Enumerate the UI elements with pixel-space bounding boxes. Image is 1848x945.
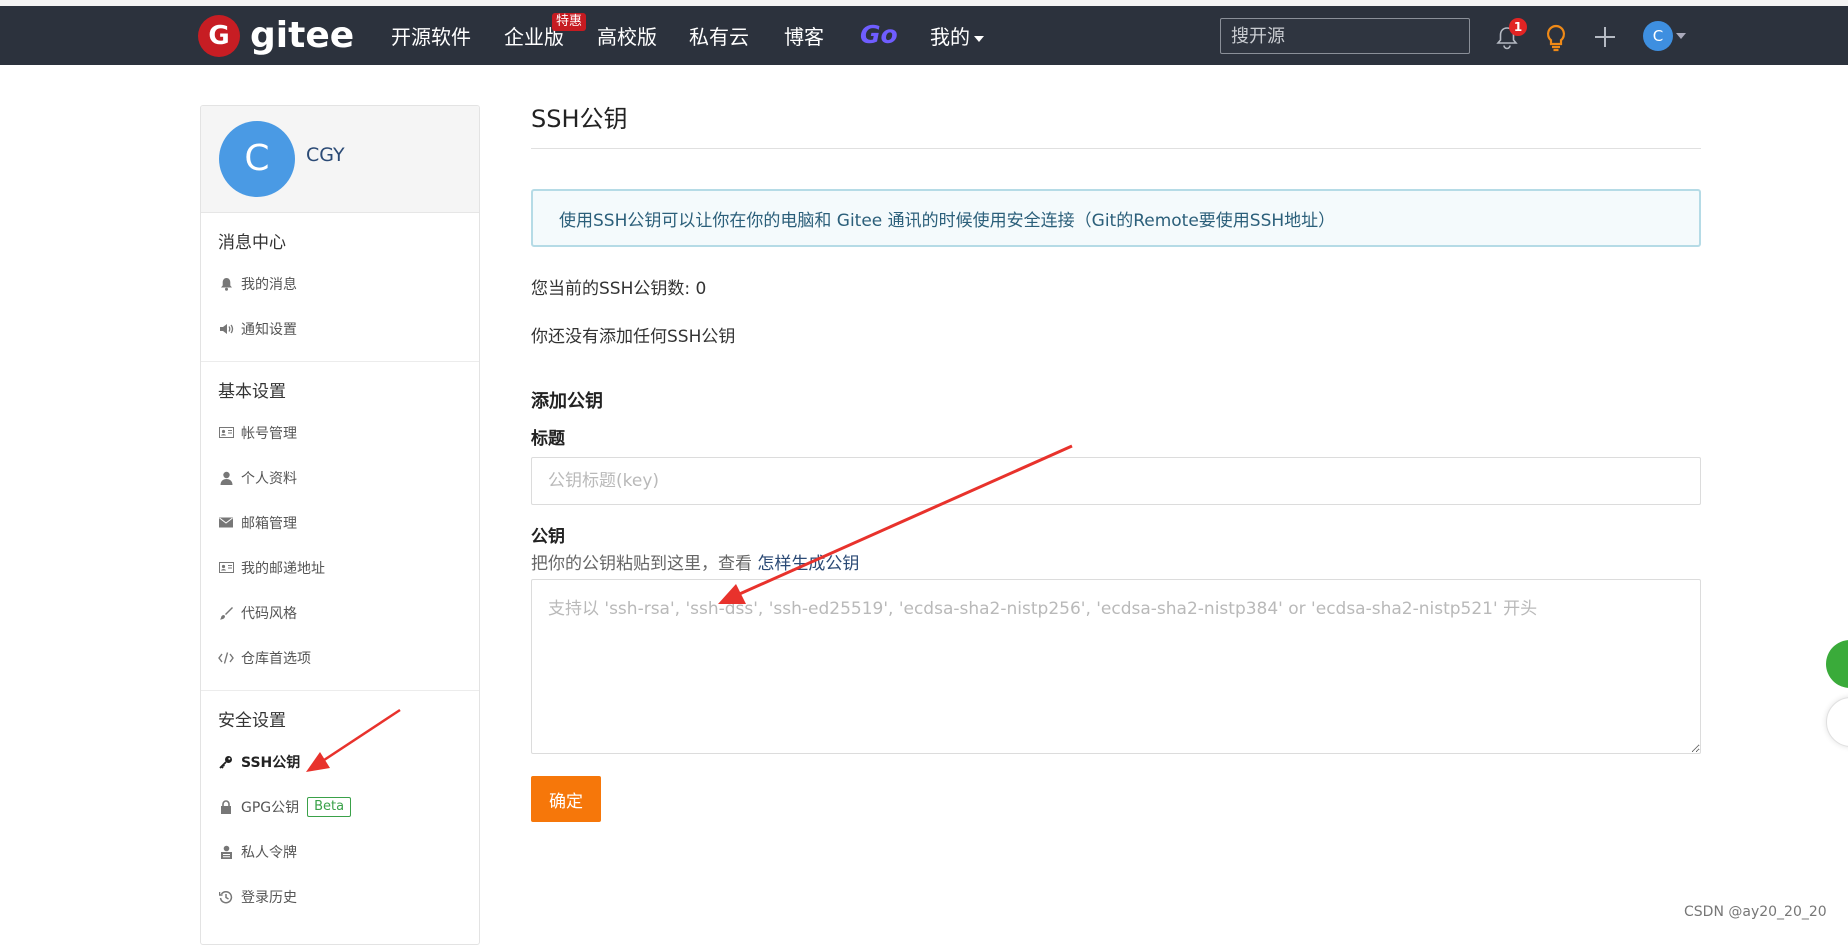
user-icon (218, 470, 234, 486)
submit-button[interactable]: 确定 (531, 776, 601, 822)
sidebar-item-label: 帐号管理 (241, 425, 297, 442)
sidebar-item-label: 我的邮递地址 (241, 560, 325, 577)
page-title: SSH公钥 (531, 100, 1701, 149)
search-input[interactable] (1220, 18, 1470, 54)
gitee-logo[interactable]: gitee (198, 15, 355, 57)
key-title-input[interactable] (531, 457, 1701, 505)
profile-avatar[interactable]: C (219, 121, 295, 197)
sidebar-item-label: SSH公钥 (241, 754, 301, 771)
chevron-down-icon (974, 35, 984, 42)
empty-state-text: 你还没有添加任何SSH公钥 (531, 327, 736, 347)
sidebar-item-login-history[interactable]: 登录历史 (201, 874, 479, 919)
sidebar-item-notification-settings[interactable]: 通知设置 (201, 306, 479, 351)
help-float-button[interactable] (1826, 640, 1848, 688)
lightbulb-icon[interactable] (1544, 24, 1568, 56)
title-label: 标题 (531, 429, 565, 449)
nav-go[interactable]: Go (860, 22, 898, 48)
sidebar-item-label: 私人令牌 (241, 844, 297, 861)
group-message-center: 消息中心 我的消息 通知设置 (201, 213, 479, 362)
feedback-float-button[interactable] (1826, 697, 1848, 747)
plus-icon[interactable] (1594, 26, 1616, 52)
bell-icon (218, 276, 234, 292)
sidebar-item-label: GPG公钥 (241, 799, 300, 816)
lock-icon (218, 799, 234, 815)
sidebar-item-label: 仓库首选项 (241, 650, 311, 667)
group-title: 基本设置 (218, 382, 286, 402)
sidebar-item-profile[interactable]: 个人资料 (201, 455, 479, 500)
sidebar-item-label: 邮箱管理 (241, 515, 297, 532)
main-content: SSH公钥 使用SSH公钥可以让你在你的电脑和 Gitee 通讯的时候使用安全连… (531, 100, 1701, 822)
sidebar-item-label: 通知设置 (241, 321, 297, 338)
sidebar-item-mailing-address[interactable]: 我的邮递地址 (201, 545, 479, 590)
how-to-generate-key-link[interactable]: 怎样生成公钥 (757, 554, 859, 574)
key-hint-text: 把你的公钥粘贴到这里，查看 (531, 554, 758, 574)
nav-open-source[interactable]: 开源软件 (391, 24, 471, 50)
ssh-key-count: 您当前的SSH公钥数: 0 (531, 279, 707, 299)
settings-sidebar: C CGY 消息中心 我的消息 通知设置 基本设置 帐号管理 个人资料 邮箱管理 (200, 105, 480, 945)
id-card-icon (218, 425, 234, 441)
sidebar-item-label: 我的消息 (241, 276, 297, 293)
add-key-heading: 添加公钥 (531, 391, 603, 412)
sidebar-item-repo-preferences[interactable]: 仓库首选项 (201, 635, 479, 680)
sidebar-item-my-messages[interactable]: 我的消息 (201, 261, 479, 306)
avatar-chevron-down-icon[interactable] (1676, 33, 1686, 39)
group-security-settings: 安全设置 SSH公钥 GPG公钥 Beta 私人令牌 登录历史 (201, 691, 479, 929)
public-key-label: 公钥 (531, 527, 565, 547)
history-icon (218, 889, 234, 905)
sidebar-item-code-style[interactable]: 代码风格 (201, 590, 479, 635)
sidebar-item-personal-tokens[interactable]: 私人令牌 (201, 829, 479, 874)
hot-badge: 特惠 (552, 13, 587, 31)
sidebar-item-label: 个人资料 (241, 470, 297, 487)
profile-card: C CGY (201, 106, 479, 213)
sidebar-item-account[interactable]: 帐号管理 (201, 410, 479, 455)
group-title: 消息中心 (218, 233, 286, 253)
address-card-icon (218, 560, 234, 576)
top-navbar: gitee 开源软件 企业版 特惠 高校版 私有云 博客 Go 我的 1 C (0, 6, 1848, 65)
sidebar-item-gpg-keys[interactable]: GPG公钥 Beta (201, 784, 479, 829)
sidebar-item-label: 代码风格 (241, 605, 297, 622)
sidebar-item-ssh-keys[interactable]: SSH公钥 (201, 739, 479, 784)
gitee-logo-icon (198, 15, 240, 57)
nav-mine[interactable]: 我的 (930, 24, 984, 50)
sidebar-item-label: 登录历史 (241, 889, 297, 906)
logo-text: gitee (250, 15, 355, 56)
envelope-icon (218, 515, 234, 531)
group-title: 安全设置 (218, 711, 286, 731)
public-key-textarea[interactable] (531, 579, 1701, 754)
nav-blog[interactable]: 博客 (784, 24, 824, 50)
token-icon (218, 844, 234, 860)
nav-private-cloud[interactable]: 私有云 (689, 24, 749, 50)
code-icon (218, 650, 234, 666)
sidebar-item-email[interactable]: 邮箱管理 (201, 500, 479, 545)
info-text: 使用SSH公钥可以让你在你的电脑和 Gitee 通讯的时候使用安全连接（Git的… (559, 210, 1336, 231)
user-avatar[interactable]: C (1643, 21, 1673, 51)
key-hint: 把你的公钥粘贴到这里，查看 怎样生成公钥 (531, 551, 1701, 577)
nav-university[interactable]: 高校版 (597, 24, 657, 50)
info-message: 使用SSH公钥可以让你在你的电脑和 Gitee 通讯的时候使用安全连接（Git的… (531, 189, 1701, 247)
nav-mine-label: 我的 (930, 25, 970, 49)
group-basic-settings: 基本设置 帐号管理 个人资料 邮箱管理 我的邮递地址 代码风格 仓库首选项 (201, 362, 479, 691)
speaker-icon (218, 321, 234, 337)
watermark: CSDN @ay20_20_20 (1684, 904, 1827, 920)
key-icon (218, 754, 234, 770)
notification-count-badge: 1 (1509, 18, 1527, 36)
brush-icon (218, 605, 234, 621)
profile-username[interactable]: CGY (306, 144, 345, 166)
beta-badge: Beta (307, 796, 352, 817)
